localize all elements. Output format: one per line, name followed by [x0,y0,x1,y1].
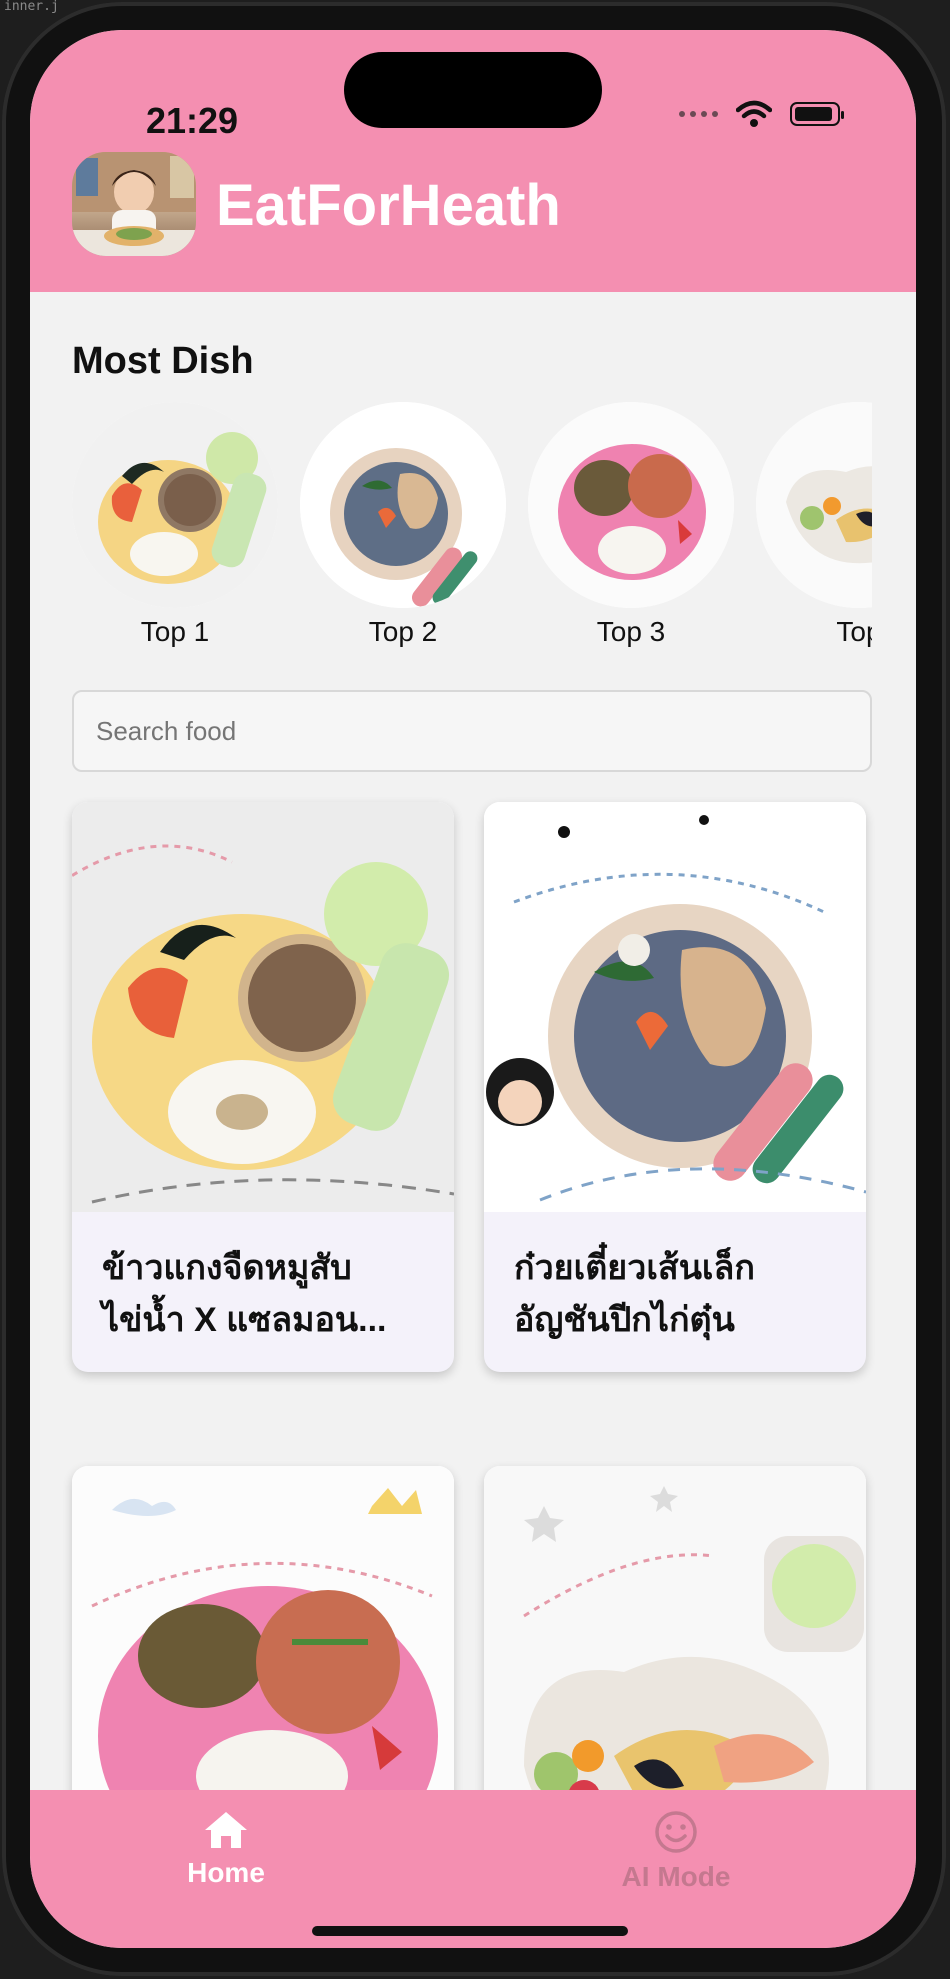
bottom-navigation: Home AI Mode [30,1790,916,1948]
most-dish-item[interactable]: Top 3 [528,402,734,648]
app-avatar [72,152,196,256]
dynamic-island [344,52,602,128]
food-card[interactable]: ก๋วยเตี๋ยวเส้นเล็ก อัญชันปีกไก่ตุ๋น [484,802,866,1372]
dish-thumbnail [756,402,872,608]
phone-frame: 21:29 EatForHeath Most Dish Top 1 Top 2 … [2,2,946,1976]
most-dish-item[interactable]: Top [756,402,872,648]
nav-item-home[interactable]: Home [126,1810,326,1889]
status-icons [679,100,844,128]
app-title: EatForHeath [216,173,561,238]
food-card-image [72,802,454,1212]
food-card-title-line: ข้าวแกงจืดหมูสับ [102,1249,352,1287]
app-screen: 21:29 EatForHeath Most Dish Top 1 Top 2 … [30,30,916,1948]
dish-label: Top 1 [140,616,210,647]
home-indicator [312,1926,628,1936]
nav-item-label: Home [187,1857,265,1888]
most-dish-item[interactable]: Top 1 [72,402,278,648]
dish-thumbnail [528,402,734,608]
wifi-icon [736,100,772,127]
cellular-signal-icon [679,111,718,117]
dish-label: Top [836,616,872,647]
most-dish-carousel[interactable]: Top 1 Top 2 Top 3 To [72,402,872,652]
most-dish-item[interactable]: Top 2 [300,402,506,648]
food-card-title: ก๋วยเตี๋ยวเส้นเล็ก อัญชันปีกไก่ตุ๋น [484,1212,866,1372]
dish-thumbnail [72,402,278,608]
home-icon [205,1812,247,1848]
most-dish-title: Most Dish [72,340,254,382]
battery-icon [790,102,844,126]
food-card[interactable]: ข้าวแกงจืดหมูสับ ไข่น้ำ X แซลมอน... [72,802,454,1372]
dish-label: Top 3 [596,616,666,647]
food-card-title-line: ไข่น้ำ X แซลมอน... [102,1301,387,1339]
food-card-title-line: อัญชันปีกไก่ตุ๋น [514,1301,735,1339]
nav-item-label: AI Mode [621,1861,731,1892]
food-card-title: ข้าวแกงจืดหมูสับ ไข่น้ำ X แซลมอน... [72,1212,454,1372]
dish-thumbnail [300,402,506,608]
search-input[interactable] [72,690,872,772]
app-header: 21:29 EatForHeath [30,30,916,292]
smiley-icon [655,1811,697,1853]
nav-item-ai-mode[interactable]: AI Mode [576,1810,776,1893]
food-card-image [484,802,866,1212]
status-time: 21:29 [146,100,239,141]
food-card-title-line: ก๋วยเตี๋ยวเส้นเล็ก [514,1249,755,1287]
dish-label: Top 2 [368,616,438,647]
